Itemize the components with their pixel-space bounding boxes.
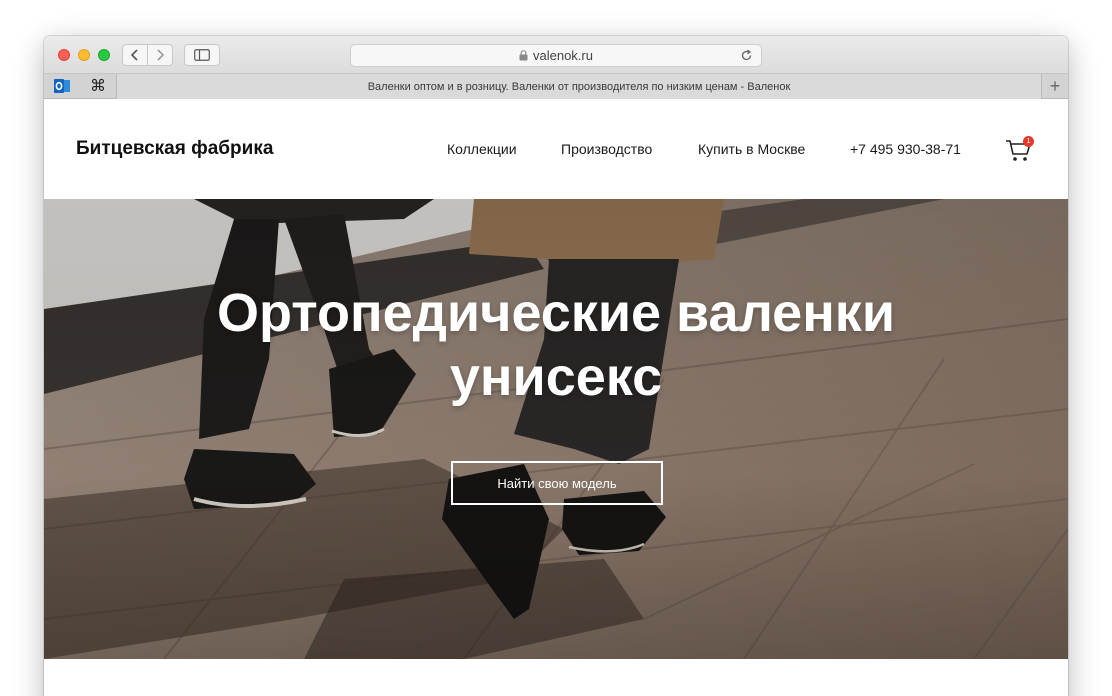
sidebar-icon	[194, 49, 210, 61]
find-model-button[interactable]: Найти свою модель	[451, 461, 663, 505]
sidebar-button[interactable]	[184, 44, 220, 66]
pinned-tab-outlook[interactable]	[48, 74, 76, 98]
nav-link-buy-moscow[interactable]: Купить в Москве	[698, 141, 805, 157]
hero-background-photo	[44, 199, 1068, 659]
url-text: valenok.ru	[533, 48, 593, 63]
tab-bar: ⌘ Валенки оптом и в розницу. Валенки от …	[44, 74, 1068, 99]
command-icon: ⌘	[90, 78, 106, 95]
hero-title-line-2: унисекс	[449, 347, 663, 407]
lock-icon	[519, 50, 528, 61]
tab-title: Валенки оптом и в розницу. Валенки от пр…	[367, 80, 791, 93]
reload-icon[interactable]	[740, 49, 753, 62]
hero-title: Ортопедические валенки унисекс	[44, 281, 1068, 409]
site-header: Битцевская фабрика Коллекции Производств…	[44, 99, 1068, 199]
address-bar[interactable]: valenok.ru	[350, 44, 762, 67]
browser-window: valenok.ru ⌘ Валенки оптом и в розницу. …	[44, 36, 1068, 696]
pinned-tab-command[interactable]: ⌘	[84, 74, 112, 98]
cart-button[interactable]: 1	[1005, 134, 1037, 164]
close-window-button[interactable]	[58, 49, 70, 61]
tab-active[interactable]: Валенки оптом и в розницу. Валенки от пр…	[116, 74, 1042, 99]
hero-section: Ортопедические валенки унисекс Найти сво…	[44, 199, 1068, 659]
nav-link-production[interactable]: Производство	[561, 141, 652, 157]
cart-count-badge: 1	[1023, 136, 1034, 147]
minimize-window-button[interactable]	[78, 49, 90, 61]
zoom-window-button[interactable]	[98, 49, 110, 61]
new-tab-icon: +	[1049, 75, 1061, 96]
phone-link[interactable]: +7 495 930-38-71	[850, 141, 961, 157]
outlook-icon	[53, 79, 70, 93]
nav-link-collections[interactable]: Коллекции	[447, 141, 517, 157]
site-logo[interactable]: Битцевская фабрика	[76, 138, 273, 160]
hero-title-line-1: Ортопедические валенки	[216, 283, 896, 343]
back-button[interactable]	[122, 44, 148, 66]
new-tab-button[interactable]: +	[1042, 74, 1068, 98]
content-area	[44, 659, 1068, 696]
back-icon	[130, 49, 138, 61]
forward-icon	[157, 49, 165, 61]
browser-toolbar: valenok.ru	[44, 36, 1068, 74]
forward-button[interactable]	[147, 44, 173, 66]
